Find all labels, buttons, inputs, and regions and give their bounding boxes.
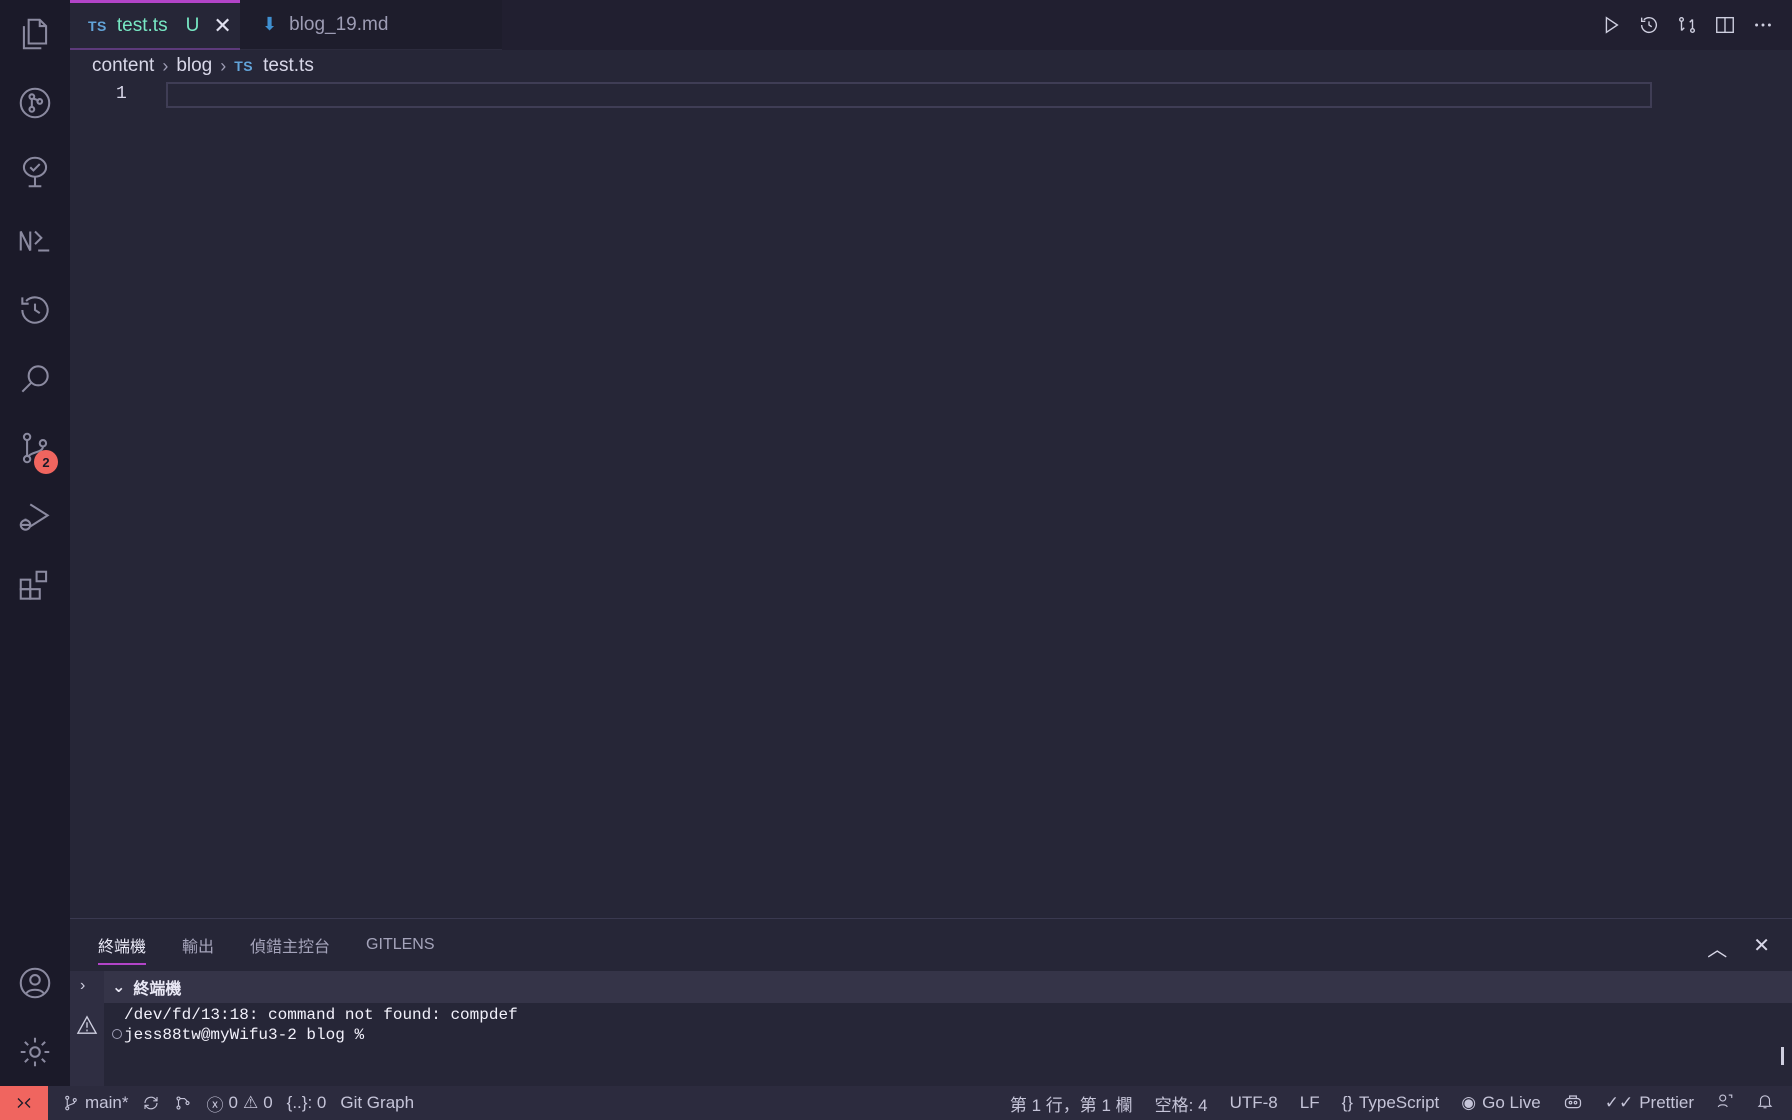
git-graph-label: Git Graph [340,1093,415,1112]
run-debug-icon[interactable] [13,495,57,539]
account-icon[interactable] [13,961,57,1005]
indentation[interactable]: 空格: 4 [1155,1091,1208,1116]
command-status-icon [112,1029,122,1039]
terminal-name: 終端機 [133,981,182,998]
broadcast-icon: ◉ [1461,1093,1477,1112]
status-bar-right: 第 1 行，第 1 欄 空格: 4 UTF-8 LF {} TypeScript… [1010,1091,1792,1116]
extensions-icon[interactable] [13,564,57,608]
terminal-prompt: jess88tw@myWifu3-2 blog % [124,1026,365,1044]
end-of-line[interactable]: LF [1300,1093,1320,1113]
search-icon[interactable] [13,357,57,401]
compare-changes-icon[interactable] [1676,14,1698,36]
warning-count: 0 [263,1093,273,1112]
current-line-highlight[interactable] [166,82,1652,108]
check-all-icon: ✓✓ [1604,1093,1634,1112]
terminal-line: /dev/fd/13:18: command not found: compde… [124,1006,518,1024]
branch-status[interactable]: main* [62,1093,128,1113]
tab-terminal[interactable]: 終端機 [98,933,147,965]
tab-output[interactable]: 輸出 [182,933,214,957]
chevron-right-icon: › [220,55,227,76]
line-number: 1 [116,84,127,104]
terminal-header[interactable]: ⌄ 終端機 [104,971,1792,1003]
branch-name: main* [85,1093,129,1112]
tab-title: blog_19.md [289,13,389,35]
git-graph-button[interactable]: Git Graph [340,1093,414,1113]
bracket-count: {..}: 0 [286,1093,327,1112]
git-icon[interactable] [13,81,57,125]
warning-icon [76,1015,98,1040]
activity-bar: 2 [0,0,70,1086]
settings-gear-icon[interactable] [13,1030,57,1074]
breadcrumb-content[interactable]: content [92,55,154,77]
run-icon[interactable] [1600,14,1622,36]
status-bar: main* ⓧ 0 ⚠ 0 {..}: 0 Git Graph 第 1 行，第 … [0,1086,1792,1120]
breadcrumb-file[interactable]: test.ts [263,55,314,77]
error-count: 0 [228,1093,238,1112]
timeline-icon[interactable] [13,288,57,332]
copilot-icon[interactable] [1563,1091,1583,1116]
markdown-file-icon: ⬇ [262,14,278,34]
go-live-label: Go Live [1482,1093,1541,1112]
cursor-position[interactable]: 第 1 行，第 1 欄 [1010,1091,1133,1116]
chevron-down-icon[interactable]: ⌄ [112,977,125,997]
typescript-file-icon: TS [88,17,107,34]
go-live-button[interactable]: ◉ Go Live [1461,1093,1540,1113]
tree-check-icon[interactable] [13,150,57,194]
typescript-file-icon: TS [234,58,254,74]
close-tab-icon[interactable]: ✕ [213,13,231,39]
warning-icon: ⚠ [242,1093,259,1112]
git-graph-toggle[interactable] [174,1094,192,1112]
code-editor[interactable]: 1 [70,80,1792,918]
more-actions-icon[interactable] [1752,14,1774,36]
prettier-label: Prettier [1639,1093,1694,1112]
bottom-panel: 終端機 輸出 偵錯主控台 GITLENS ︿ ✕ › ⌄ 終端機 /dev/fd… [70,918,1792,1086]
untracked-status: U [185,14,200,36]
source-control-badge: 2 [34,450,58,474]
breadcrumb: content › blog › TS test.ts [92,52,314,80]
tab-gitlens[interactable]: GITLENS [366,936,434,954]
explorer-icon[interactable] [13,12,57,56]
panel-actions: ︿ ✕ [1707,933,1770,962]
remote-indicator-icon[interactable] [0,1086,48,1120]
notifications-bell-icon[interactable] [1756,1092,1774,1115]
terminal-scrollbar[interactable] [1781,1047,1784,1065]
bracket-status[interactable]: {..}: 0 [287,1093,327,1113]
braces-icon: {} [1341,1093,1353,1112]
close-panel-icon[interactable]: ✕ [1753,933,1770,962]
prettier-button[interactable]: ✓✓ Prettier [1605,1093,1694,1113]
history-icon[interactable] [1638,14,1660,36]
panel-tabs: 終端機 輸出 偵錯主控台 GITLENS [98,919,435,971]
chevron-right-icon[interactable]: › [80,977,85,995]
encoding[interactable]: UTF-8 [1230,1093,1278,1113]
tab-title: test.ts [116,14,168,36]
language-label: TypeScript [1358,1093,1440,1112]
branch-icon [65,1095,77,1111]
feedback-icon[interactable] [1716,1092,1734,1115]
tab-test-ts[interactable]: TS test.ts U ✕ [70,0,240,50]
git-compare-icon [176,1096,191,1110]
split-editor-icon[interactable] [1714,14,1736,36]
tab-blog-md[interactable]: ⬇ blog_19.md [240,0,502,50]
maximize-panel-icon[interactable]: ︿ [1707,933,1727,962]
editor-tab-bar: TS test.ts U ✕ ⬇ blog_19.md [70,0,1792,50]
breadcrumb-blog[interactable]: blog [176,55,212,77]
tab-debug-console[interactable]: 偵錯主控台 [250,933,330,957]
language-mode[interactable]: {} TypeScript [1342,1093,1440,1113]
error-icon: ⓧ [206,1095,224,1115]
nx-console-icon[interactable] [13,219,57,263]
sync-icon [144,1096,159,1110]
terminal-output[interactable]: /dev/fd/13:18: command not found: compde… [124,1005,518,1045]
sync-button[interactable] [142,1094,160,1112]
chevron-right-icon: › [162,55,169,76]
editor-actions [1600,0,1774,50]
problems-status[interactable]: ⓧ 0 ⚠ 0 [206,1091,272,1116]
